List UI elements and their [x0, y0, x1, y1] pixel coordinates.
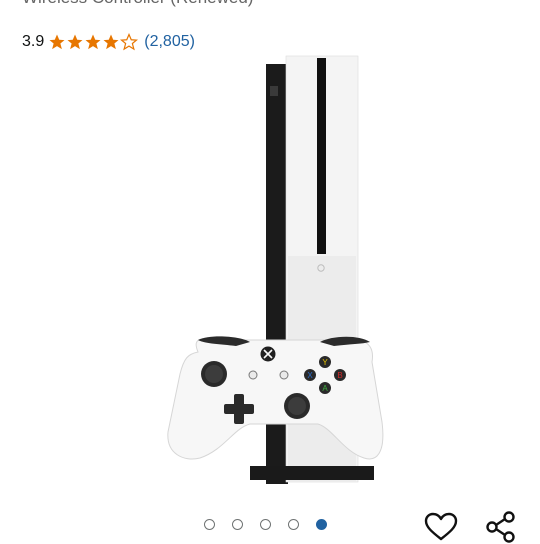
heart-icon[interactable]	[424, 512, 458, 542]
svg-text:B: B	[337, 371, 342, 380]
carousel-dot[interactable]	[232, 519, 243, 530]
star-icon	[67, 34, 83, 50]
rating-row[interactable]: 3.9 (2,805)	[22, 31, 195, 53]
svg-text:A: A	[322, 384, 328, 393]
star-rating[interactable]	[48, 33, 139, 51]
share-icon[interactable]	[484, 510, 518, 544]
star-outline-icon	[120, 33, 139, 51]
product-title: Wireless Controller (Renewed)	[22, 0, 522, 8]
svg-text:X: X	[307, 371, 313, 380]
carousel-dot[interactable]	[260, 519, 271, 530]
carousel-dot[interactable]	[204, 519, 215, 530]
star-icon	[103, 34, 119, 50]
star-icon	[49, 34, 65, 50]
image-carousel-indicator[interactable]	[204, 519, 327, 530]
rating-value: 3.9	[22, 33, 45, 50]
carousel-dot[interactable]	[288, 519, 299, 530]
svg-text:Y: Y	[322, 358, 328, 367]
product-image[interactable]: Y X B A	[140, 52, 400, 492]
star-icon	[85, 34, 101, 50]
review-count-link[interactable]: (2,805)	[144, 33, 195, 51]
carousel-dot-active[interactable]	[316, 519, 327, 530]
